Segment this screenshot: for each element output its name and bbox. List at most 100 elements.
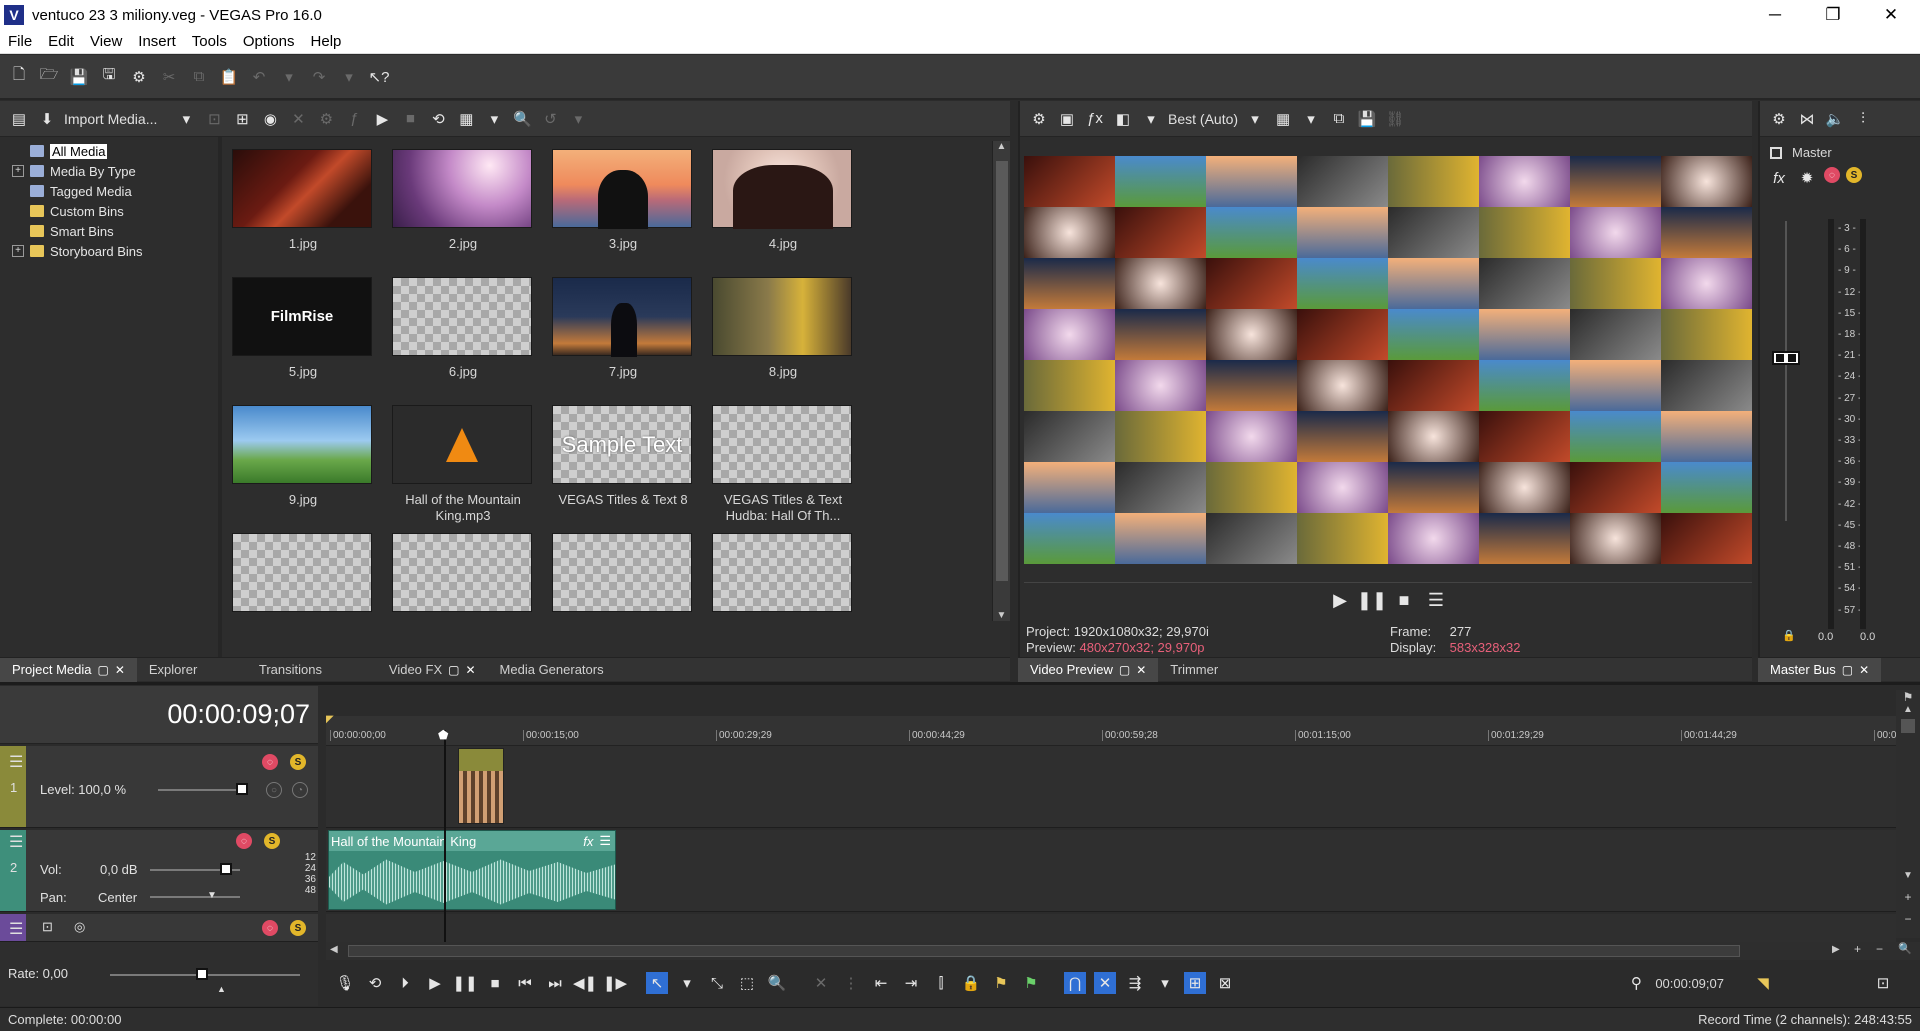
menu-tools[interactable]: Tools xyxy=(184,33,235,50)
tab-video-preview[interactable]: Video Preview ▢ ✕ xyxy=(1018,657,1159,682)
thumbnail[interactable]: 4.jpg xyxy=(712,149,854,252)
master-fader-track[interactable] xyxy=(1785,221,1787,521)
selection-tool-icon[interactable]: ⬚ xyxy=(736,972,758,994)
compositing-mode-icon[interactable]: ○ xyxy=(266,782,282,798)
edit-tool-dropdown-icon[interactable]: ▾ xyxy=(676,972,698,994)
insert-bus-icon[interactable]: ⋈ xyxy=(1796,108,1818,130)
pan-slider-knob[interactable]: ▼ xyxy=(207,890,217,901)
import-media-icon[interactable]: ⬇ xyxy=(36,108,58,130)
open-folder-icon[interactable]: 🗁 xyxy=(38,66,60,88)
video-track-lane[interactable] xyxy=(326,746,1896,828)
thumbnail[interactable] xyxy=(552,533,694,620)
link-icon[interactable]: ⛓ xyxy=(1384,108,1406,130)
copy-snapshot-icon[interactable]: ⧉ xyxy=(1328,108,1350,130)
scroll-down-icon[interactable]: ▼ xyxy=(1896,870,1920,881)
master-video-icon[interactable]: ⊡ xyxy=(42,919,53,935)
redo-dropdown-icon[interactable]: ▾ xyxy=(338,66,360,88)
close-tab-icon[interactable]: ✕ xyxy=(1136,663,1146,677)
refresh-dropdown-icon[interactable]: ▾ xyxy=(567,108,589,130)
auto-preview-play-icon[interactable]: ▶ xyxy=(371,108,393,130)
track-menu-icon[interactable]: ☰ xyxy=(9,832,23,852)
new-project-icon[interactable]: 🗋 xyxy=(8,66,30,88)
maximize-button[interactable]: ❐ xyxy=(1804,5,1862,25)
master-automation-icon[interactable]: ✹ xyxy=(1796,167,1818,189)
lock-icon[interactable]: 🔒 xyxy=(1782,629,1796,642)
thumbnail[interactable]: Hall of the Mountain King.mp3 xyxy=(392,405,534,524)
audio-clip[interactable]: Hall of the Mountain King fx ☰ xyxy=(328,830,616,910)
menu-insert[interactable]: Insert xyxy=(130,33,184,50)
undock-icon[interactable]: ▢ xyxy=(1119,663,1130,677)
level-slider-knob[interactable] xyxy=(236,783,248,795)
thumbnail[interactable] xyxy=(712,533,854,620)
speaker-icon[interactable]: 🔈 xyxy=(1824,108,1846,130)
split-dropdown-icon[interactable]: ▾ xyxy=(1140,108,1162,130)
refresh-icon[interactable]: ↺ xyxy=(539,108,561,130)
pause-icon[interactable]: ❚❚ xyxy=(452,972,477,994)
stop-preview-icon[interactable]: ■ xyxy=(399,108,421,130)
zoom-edit-tool-icon[interactable]: 🔍 xyxy=(766,972,788,994)
preview-menu-icon[interactable]: ☰ xyxy=(1425,590,1447,612)
loop-marker-icon[interactable]: ◤ xyxy=(326,714,334,725)
track-mute-icon[interactable]: ◌ xyxy=(236,833,252,849)
split-screen-icon[interactable]: ◧ xyxy=(1112,108,1134,130)
ignore-grouping-icon[interactable]: ⊠ xyxy=(1214,972,1236,994)
track-solo-icon[interactable]: S xyxy=(264,833,280,849)
overlays-grid-icon[interactable]: ▦ xyxy=(1272,108,1294,130)
timeline-horizontal-scrollbar[interactable]: ◀ ▶ + − 🔍 xyxy=(326,942,1920,960)
zoom-out-icon[interactable]: − xyxy=(1876,942,1883,956)
thumbnail[interactable]: FilmRise 5.jpg xyxy=(232,277,374,380)
timeline-ruler[interactable]: 00:00:00;00 00:00:15;00 00:00:29;29 00:00:4… xyxy=(326,716,1905,746)
undock-icon[interactable]: ▢ xyxy=(1842,663,1853,677)
thumbnail[interactable]: 6.jpg xyxy=(392,277,534,380)
preview-quality-select[interactable]: Best (Auto) xyxy=(1168,111,1238,127)
minimize-button[interactable]: ─ xyxy=(1746,5,1804,25)
record-icon[interactable]: 🎙 xyxy=(334,972,356,994)
delete-icon[interactable]: ✕ xyxy=(810,972,832,994)
menu-edit[interactable]: Edit xyxy=(40,33,82,50)
media-fx-icon[interactable]: ƒ xyxy=(343,108,365,130)
go-to-end-icon[interactable]: ⏭ xyxy=(544,972,566,994)
undock-icon[interactable]: ▢ xyxy=(448,663,459,677)
tab-master-bus[interactable]: Master Bus ▢ ✕ xyxy=(1758,657,1882,682)
save-as-icon[interactable]: 🖫 xyxy=(98,66,120,88)
insert-region-icon[interactable]: ⚑ xyxy=(1020,972,1042,994)
get-photos-icon[interactable]: ⊞ xyxy=(231,108,253,130)
volume-slider-knob[interactable] xyxy=(220,863,232,875)
close-button[interactable]: ✕ xyxy=(1862,5,1920,25)
clip-fx-icon[interactable]: fx xyxy=(583,834,599,849)
audio-track-header[interactable]: ☰ 2 ◌ S Vol: 0,0 dB Pan: Center ▼ 12 24 … xyxy=(0,830,318,912)
close-tab-icon[interactable]: ✕ xyxy=(115,663,125,677)
redo-icon[interactable]: ↷ xyxy=(308,66,330,88)
rate-slider-knob[interactable] xyxy=(196,968,208,980)
track-solo-icon[interactable]: S xyxy=(290,920,306,936)
parent-motion-icon[interactable]: ◔ xyxy=(292,782,308,798)
paste-icon[interactable]: 📋 xyxy=(218,66,240,88)
save-snapshot-icon[interactable]: 💾 xyxy=(1356,108,1378,130)
auto-crossfade-icon[interactable]: ✕ xyxy=(1094,972,1116,994)
master-track-header[interactable]: ☰ ⊡ ◎ ◌ S xyxy=(0,914,318,942)
remove-icon[interactable]: ✕ xyxy=(287,108,309,130)
ripple-dropdown-icon[interactable]: ▾ xyxy=(1154,972,1176,994)
thumbnail[interactable]: VEGAS Titles & Text Hudba: Hall Of Th... xyxy=(712,405,854,524)
close-tab-icon[interactable]: ✕ xyxy=(1859,663,1869,677)
menu-file[interactable]: File xyxy=(0,33,40,50)
playhead-marker-icon[interactable]: ⬟ xyxy=(438,728,448,742)
tree-splitter[interactable] xyxy=(218,137,222,657)
lock-events-icon[interactable]: 🔒 xyxy=(960,972,982,994)
import-dropdown-icon[interactable]: ▾ xyxy=(175,108,197,130)
video-track-header[interactable]: ☰ 1 Level: 100,0 % ◌ S ○ ◔ xyxy=(0,746,318,828)
previous-frame-icon[interactable]: ◀❚ xyxy=(573,972,597,994)
thumbnail[interactable]: 2.jpg xyxy=(392,149,534,252)
trim-icon[interactable]: ⋮ xyxy=(840,972,862,994)
thumbnail[interactable]: Sample Text VEGAS Titles & Text 8 xyxy=(552,405,694,508)
zoom-in-icon[interactable]: + xyxy=(1854,942,1861,956)
track-mute-icon[interactable]: ◌ xyxy=(262,920,278,936)
snapping-icon[interactable]: ⋂ xyxy=(1064,972,1086,994)
insert-marker-icon[interactable]: ⚑ xyxy=(990,972,1012,994)
vertical-zoom-handle[interactable] xyxy=(1901,719,1915,733)
media-vertical-scrollbar[interactable]: ▲ ▼ xyxy=(992,141,1010,621)
master-track-lane[interactable] xyxy=(326,914,1896,942)
track-menu-icon[interactable]: ☰ xyxy=(9,919,23,939)
undo-dropdown-icon[interactable]: ▾ xyxy=(278,66,300,88)
tree-item-tagged-media[interactable]: Tagged Media xyxy=(12,181,230,201)
